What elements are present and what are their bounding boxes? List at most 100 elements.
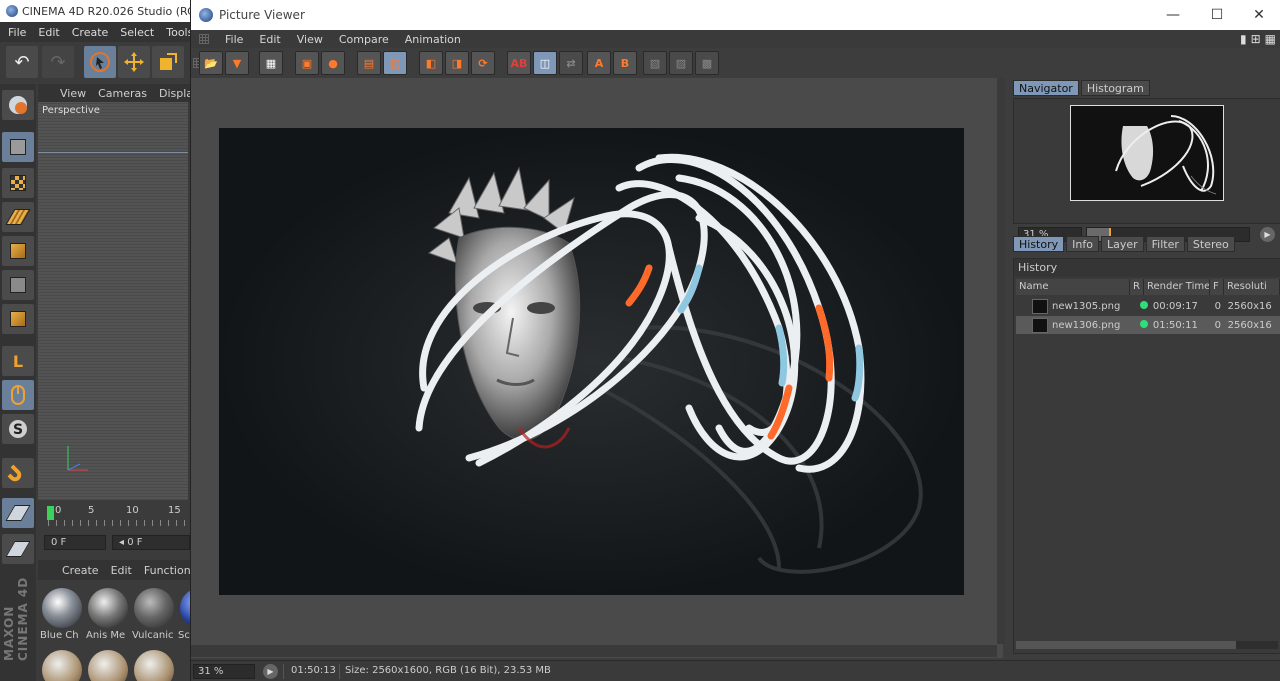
viewer-menu-file[interactable]: File [225,33,243,46]
render-artwork [219,128,964,595]
status-zoom-field[interactable]: 31 % [193,664,255,679]
c4d-menu-file[interactable]: File [8,26,26,39]
undo-icon[interactable]: ↶ [6,46,38,78]
magnet-icon[interactable] [2,458,34,488]
col-f[interactable]: F [1210,279,1224,295]
edges-mode-icon[interactable] [2,270,34,300]
frame-next-icon[interactable]: ◨ [445,51,469,75]
scale-icon[interactable] [152,46,184,78]
image-canvas[interactable] [191,78,1003,658]
material-row2-1[interactable] [42,650,82,681]
history-scrollbar[interactable] [1016,641,1278,649]
grid-snap-icon[interactable] [2,534,34,564]
navigator-thumbnail[interactable] [1070,105,1224,201]
horizontal-scrollbar[interactable] [191,645,997,657]
col-render-time[interactable]: Render Time [1144,279,1210,295]
tweak-icon[interactable] [2,380,34,410]
c4d-window: CINEMA 4D R20.026 Studio (RC - File Edit… [0,0,190,681]
display-menu[interactable]: Display [159,87,190,100]
lock-workplane-icon[interactable] [2,498,34,528]
top-tabs: Navigator Histogram [1013,80,1150,96]
c4d-menu-edit[interactable]: Edit [38,26,59,39]
cameras-menu[interactable]: Cameras [98,87,147,100]
points-mode-icon[interactable] [2,236,34,266]
viewer-menu-compare[interactable]: Compare [339,33,389,46]
filter3-icon[interactable]: ▩ [695,51,719,75]
texture-mode-icon[interactable] [2,168,34,198]
tab-info[interactable]: Info [1066,236,1099,252]
swap-ab-icon[interactable]: ⇄ [559,51,583,75]
c4d-menu-create[interactable]: Create [72,26,109,39]
live-select-icon[interactable] [84,46,116,78]
layout-pin-icon[interactable]: ▮ [1240,32,1247,46]
close-icon[interactable]: ✕ [1237,0,1280,30]
tab-histogram[interactable]: Histogram [1080,80,1150,96]
viewer-menu-animation[interactable]: Animation [405,33,461,46]
layout-new-icon[interactable]: ⊞ [1251,32,1261,46]
axis-mode-icon[interactable]: L [2,346,34,376]
animation-icon[interactable]: ⟳ [471,51,495,75]
material-anis-metal[interactable]: Anis Me [86,588,130,641]
frame-prev-icon[interactable]: ◧ [419,51,443,75]
set-b-icon[interactable]: B [613,51,637,75]
filter1-icon[interactable]: ▧ [643,51,667,75]
material-manager: Blue Ch Anis Me Vulcanic Sc [38,582,190,681]
material-sc[interactable]: Sc [178,588,190,641]
vertical-scrollbar[interactable] [997,78,1005,644]
material-edit-menu[interactable]: Edit [111,564,132,577]
render-region-icon[interactable]: ▣ [295,51,319,75]
move-icon[interactable] [118,46,150,78]
save-icon[interactable]: ▼ [225,51,249,75]
col-r[interactable]: R [1130,279,1144,295]
history-row[interactable]: new1306.png 01:50:11 0 2560x16 [1016,316,1280,334]
tab-history[interactable]: History [1013,236,1065,252]
material-function-menu[interactable]: Function [144,564,190,577]
split-view-icon[interactable]: ◫ [533,51,557,75]
perspective-viewport[interactable]: Perspective [38,102,188,500]
paste-icon[interactable]: ▥ [383,51,407,75]
current-frame-field[interactable]: ◂ 0 F [112,535,190,550]
open-icon[interactable]: 📂 [199,51,223,75]
layout-grid-icon[interactable]: ▦ [1265,32,1276,46]
tab-navigator[interactable]: Navigator [1013,80,1079,96]
viewer-menu-bar: File Edit View Compare Animation [191,30,1280,48]
workplane-icon[interactable] [2,202,34,232]
minimize-icon[interactable]: — [1151,0,1195,30]
zoom-play-icon[interactable]: ▶ [1260,227,1275,242]
viewer-title-bar[interactable]: Picture Viewer — ☐ ✕ [191,0,1280,30]
redo-icon[interactable]: ↷ [42,46,74,78]
render-user-icon[interactable]: ● [321,51,345,75]
material-vulcanic[interactable]: Vulcanic [132,588,176,641]
view-menu[interactable]: View [60,87,86,100]
set-a-icon[interactable]: A [587,51,611,75]
viewer-menu-edit[interactable]: Edit [259,33,280,46]
c4d-menu-select[interactable]: Select [120,26,154,39]
col-resolution[interactable]: Resoluti [1224,279,1280,295]
snap-icon[interactable]: S [2,414,34,444]
maximize-icon[interactable]: ☐ [1195,0,1239,30]
tab-filter[interactable]: Filter [1145,236,1185,252]
history-row[interactable]: new1305.png 00:09:17 0 2560x16 [1016,297,1280,315]
tab-layer[interactable]: Layer [1100,236,1144,252]
c4d-menu-tools[interactable]: Tools [166,26,190,39]
copy-icon[interactable]: ▤ [357,51,381,75]
filter2-icon[interactable]: ▨ [669,51,693,75]
timeline[interactable]: 0 5 10 15 [38,502,190,530]
material-create-menu[interactable]: Create [62,564,99,577]
material-row2-3[interactable] [134,650,174,681]
compare-ab-icon[interactable]: AB [507,51,531,75]
model-mode-icon[interactable] [2,132,34,162]
status-play-icon[interactable]: ▶ [263,664,278,679]
material-blue-chrome[interactable]: Blue Ch [40,588,84,641]
tab-stereo[interactable]: Stereo [1186,236,1235,252]
globe-icon[interactable] [2,90,34,120]
grip-icon [199,34,209,44]
viewer-menu-view[interactable]: View [297,33,323,46]
col-name[interactable]: Name [1016,279,1130,295]
start-frame-field[interactable]: 0 F [44,535,106,550]
polygons-mode-icon[interactable] [2,304,34,334]
image-thumbnail-icon [1032,317,1048,333]
transparency-icon[interactable]: ▦ [259,51,283,75]
material-row2-2[interactable] [88,650,128,681]
timeline-marker[interactable] [47,506,54,520]
